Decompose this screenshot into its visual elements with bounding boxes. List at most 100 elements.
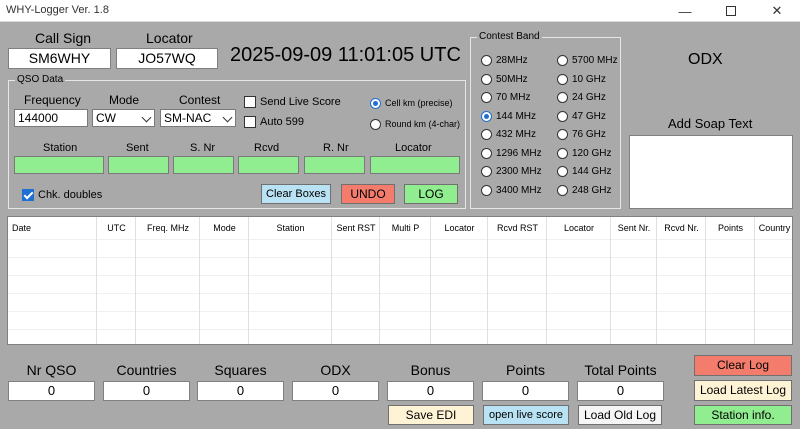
band-label: 432 MHz bbox=[496, 129, 537, 140]
band-label: 10 GHz bbox=[572, 73, 606, 85]
chk-doubles-label: Chk. doubles bbox=[38, 189, 103, 201]
cell-km-label: Cell km (precise) bbox=[385, 98, 453, 108]
band-label: 70 MHz bbox=[496, 92, 531, 103]
auto-599-checkbox[interactable] bbox=[244, 116, 256, 128]
table-header-cell[interactable]: Date bbox=[12, 223, 31, 233]
table-header-cell[interactable]: Rcvd Nr. bbox=[657, 223, 706, 233]
band-label: 144 GHz bbox=[572, 166, 612, 177]
band-radio[interactable] bbox=[557, 129, 568, 140]
station-input[interactable] bbox=[14, 156, 104, 174]
table-header-cell[interactable]: Rcvd RST bbox=[488, 223, 547, 233]
close-icon[interactable]: ✕ bbox=[754, 1, 800, 21]
title-bar: WHY-Logger Ver. 1.8 — ✕ bbox=[0, 0, 800, 22]
minimize-icon[interactable]: — bbox=[662, 1, 708, 21]
locator-input[interactable] bbox=[370, 156, 460, 174]
stat-label: Countries bbox=[116, 362, 177, 378]
band-radio[interactable] bbox=[481, 129, 492, 140]
load-latest-log-button[interactable]: Load Latest Log bbox=[694, 380, 792, 401]
band-radio[interactable] bbox=[481, 147, 492, 159]
table-header-cell[interactable]: Freq. MHz bbox=[136, 223, 200, 233]
station-label: Station bbox=[43, 142, 78, 154]
table-header-cell[interactable]: Sent Nr. bbox=[611, 223, 657, 233]
contest-select[interactable]: SM-NAC bbox=[160, 109, 236, 127]
sent-label: Sent bbox=[126, 142, 149, 154]
stat-label: ODX bbox=[320, 362, 351, 378]
save-edi-button[interactable]: Save EDI bbox=[388, 405, 474, 425]
table-column bbox=[706, 217, 755, 344]
stat-label: Bonus bbox=[410, 362, 451, 378]
band-radio[interactable] bbox=[557, 184, 568, 196]
band-radio[interactable] bbox=[481, 184, 492, 196]
stat-label: Points bbox=[506, 362, 545, 378]
load-old-log-button[interactable]: Load Old Log bbox=[578, 405, 662, 425]
stat-value: 0 bbox=[8, 381, 95, 401]
table-header-cell[interactable]: Mode bbox=[200, 223, 249, 233]
band-label: 1296 MHz bbox=[496, 147, 542, 159]
frequency-input[interactable]: 144000 bbox=[14, 109, 88, 127]
utc-clock: 2025-09-09 11:01:05 UTC bbox=[230, 44, 461, 66]
undo-button[interactable]: UNDO bbox=[341, 184, 395, 204]
table-column bbox=[380, 217, 431, 344]
clear-log-button[interactable]: Clear Log bbox=[694, 355, 792, 376]
rcvd-label: Rcvd bbox=[254, 142, 280, 154]
snr-input[interactable] bbox=[173, 156, 234, 174]
band-radio[interactable] bbox=[557, 55, 568, 66]
sent-input[interactable] bbox=[108, 156, 169, 174]
log-button[interactable]: LOG bbox=[404, 184, 458, 204]
band-radio[interactable] bbox=[557, 166, 568, 177]
locator-entry-label: Locator bbox=[395, 142, 432, 154]
band-radio[interactable] bbox=[481, 92, 492, 103]
table-header-cell[interactable]: Locator bbox=[431, 223, 488, 233]
table-header-cell[interactable]: Locator bbox=[547, 223, 611, 233]
band-radio[interactable] bbox=[557, 147, 568, 159]
qso-log-table[interactable]: Date UTC Freq. MHz Mode Station Sent RST Multi… bbox=[7, 216, 793, 345]
rnr-input[interactable] bbox=[304, 156, 365, 174]
stat-value: 0 bbox=[482, 381, 569, 401]
odx-title: ODX bbox=[688, 51, 723, 68]
band-radio[interactable] bbox=[481, 110, 492, 122]
qso-data-title: QSO Data bbox=[15, 74, 66, 85]
clear-boxes-button[interactable]: Clear Boxes bbox=[261, 184, 331, 204]
table-header-cell[interactable]: Station bbox=[249, 223, 332, 233]
mode-label: Mode bbox=[109, 93, 140, 107]
table-column bbox=[431, 217, 488, 344]
band-radio[interactable] bbox=[481, 55, 492, 66]
stat-value: 0 bbox=[197, 381, 284, 401]
table-header-cell[interactable]: Multi P bbox=[380, 223, 431, 233]
mode-select[interactable]: CW bbox=[92, 109, 155, 127]
chk-doubles-checkbox[interactable] bbox=[22, 189, 34, 201]
soap-text-area[interactable] bbox=[629, 135, 793, 209]
band-label: 24 GHz bbox=[572, 92, 606, 103]
send-live-score-checkbox[interactable] bbox=[244, 96, 256, 108]
band-label: 2300 MHz bbox=[496, 166, 542, 177]
open-live-score-button[interactable]: open live score bbox=[483, 405, 569, 425]
contest-value: SM-NAC bbox=[164, 111, 212, 125]
stat-value: 0 bbox=[577, 381, 664, 401]
band-radio[interactable] bbox=[481, 166, 492, 177]
rnr-label: R. Nr bbox=[323, 142, 349, 154]
band-label: 120 GHz bbox=[572, 147, 612, 159]
callsign-field[interactable]: SM6WHY bbox=[8, 48, 111, 69]
stat-label: Nr QSO bbox=[26, 362, 77, 378]
band-label: 3400 MHz bbox=[496, 184, 542, 196]
band-radio[interactable] bbox=[557, 73, 568, 85]
table-column bbox=[332, 217, 380, 344]
table-column bbox=[611, 217, 657, 344]
rcvd-input[interactable] bbox=[238, 156, 299, 174]
band-radio[interactable] bbox=[557, 110, 568, 122]
table-header-cell[interactable]: UTC bbox=[97, 223, 136, 233]
table-header-cell[interactable]: Points bbox=[706, 223, 755, 233]
stat-value: 0 bbox=[387, 381, 474, 401]
chevron-down-icon bbox=[222, 112, 233, 123]
band-label: 47 GHz bbox=[572, 110, 606, 122]
station-info-button[interactable]: Station info. bbox=[694, 405, 792, 425]
snr-label: S. Nr bbox=[190, 142, 216, 154]
table-header-cell[interactable]: Sent RST bbox=[332, 223, 380, 233]
band-radio[interactable] bbox=[481, 73, 492, 85]
locator-field[interactable]: JO57WQ bbox=[116, 48, 218, 69]
band-radio[interactable] bbox=[557, 92, 568, 103]
cell-km-radio[interactable] bbox=[370, 98, 381, 109]
round-km-radio[interactable] bbox=[370, 119, 381, 130]
maximize-icon[interactable] bbox=[708, 1, 754, 21]
table-header-cell[interactable]: Country bbox=[755, 223, 792, 233]
